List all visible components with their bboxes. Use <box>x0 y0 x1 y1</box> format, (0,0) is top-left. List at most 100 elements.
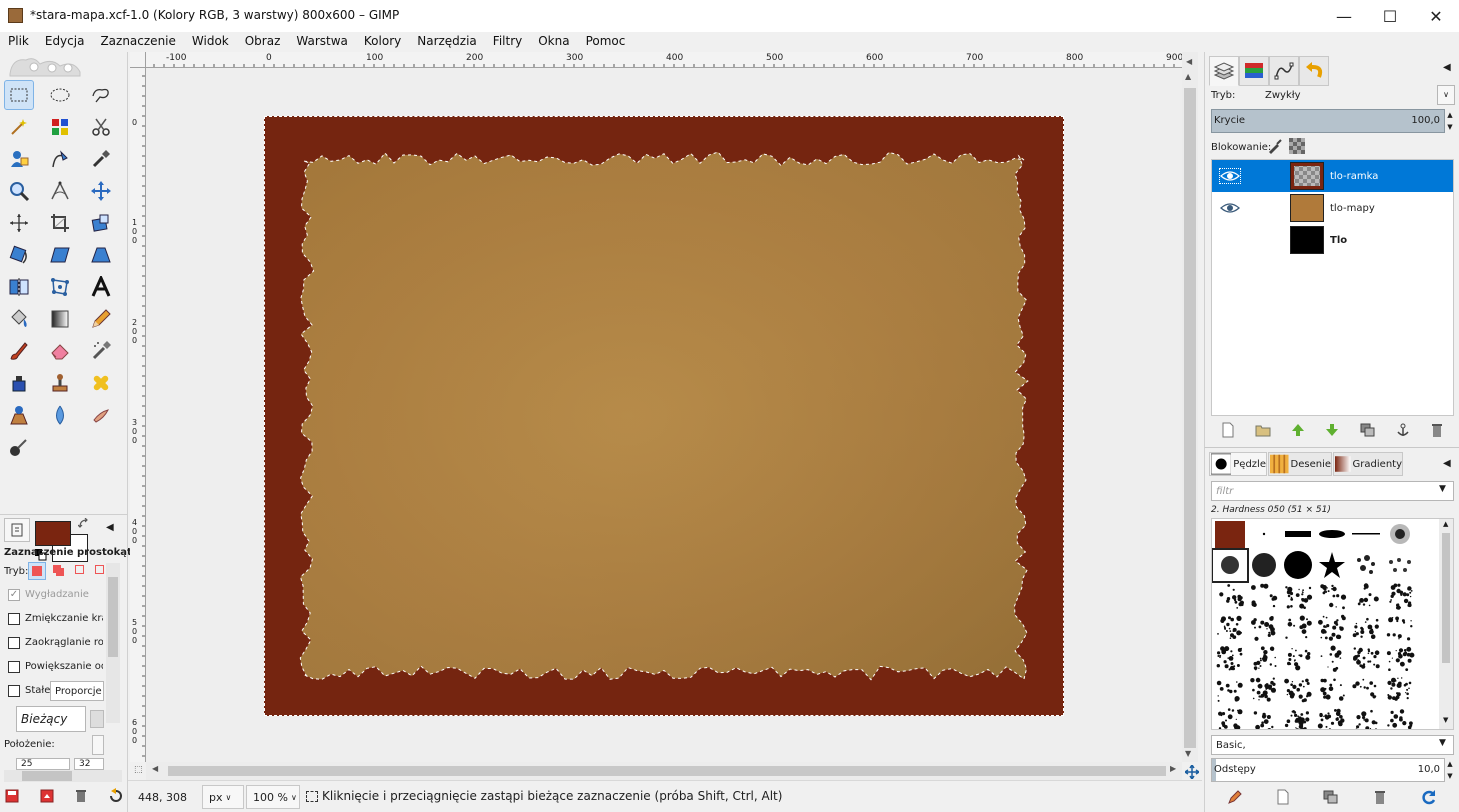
canvas-area[interactable] <box>146 68 1182 762</box>
brush-thumbnail[interactable] <box>1247 550 1281 581</box>
brush-thumbnail[interactable] <box>1247 643 1281 674</box>
delete-layer-icon[interactable] <box>1430 422 1444 438</box>
eye-icon[interactable] <box>1219 168 1241 184</box>
round-corners-checkbox[interactable] <box>8 637 20 649</box>
tool-airbrush[interactable] <box>86 336 116 366</box>
tool-color-picker[interactable] <box>86 144 116 174</box>
brush-thumbnail[interactable] <box>1247 674 1281 705</box>
brush-thumbnail[interactable] <box>1281 643 1315 674</box>
tab-undo-history[interactable] <box>1299 56 1329 86</box>
maximize-button[interactable]: ☐ <box>1367 0 1413 32</box>
close-button[interactable]: ✕ <box>1413 0 1459 32</box>
tool-zoom[interactable] <box>4 176 34 206</box>
brush-thumbnail[interactable] <box>1383 705 1417 729</box>
brush-thumbnail[interactable] <box>1281 550 1315 581</box>
brush-thumbnail[interactable] <box>1383 612 1417 643</box>
tool-rect-select[interactable] <box>4 80 34 110</box>
brush-thumbnail[interactable] <box>1349 550 1383 581</box>
tool-perspective-clone[interactable] <box>4 400 34 430</box>
spacing-slider[interactable]: Odstępy 10,0 <box>1211 758 1445 782</box>
duplicate-layer-icon[interactable] <box>1360 423 1376 437</box>
brush-thumbnail[interactable] <box>1315 705 1349 729</box>
tab-channels[interactable] <box>1239 56 1269 86</box>
brush-thumbnail[interactable] <box>1247 705 1281 729</box>
menu-pomoc[interactable]: Pomoc <box>578 32 634 52</box>
brush-thumbnail[interactable] <box>1247 519 1281 550</box>
reset-options-icon[interactable] <box>108 788 124 804</box>
tool-cage-transform[interactable] <box>45 272 75 302</box>
menu-okna[interactable]: Okna <box>530 32 577 52</box>
brush-thumbnail[interactable] <box>1349 519 1383 550</box>
brush-thumbnail[interactable] <box>1213 612 1247 643</box>
brush-thumbnail[interactable] <box>1281 674 1315 705</box>
menu-kolory[interactable]: Kolory <box>356 32 409 52</box>
brush-grid-scrollbar[interactable]: ▲ ▼ <box>1439 519 1453 729</box>
tool-crop[interactable] <box>45 208 75 238</box>
eye-icon[interactable] <box>1220 233 1240 247</box>
tool-free-select[interactable] <box>86 80 116 110</box>
brush-thumbnail[interactable] <box>1315 519 1349 550</box>
menu-widok[interactable]: Widok <box>184 32 237 52</box>
unit-dropdown[interactable]: px ∨ <box>202 785 244 809</box>
tool-heal[interactable] <box>86 368 116 398</box>
menu-obraz[interactable]: Obraz <box>237 32 289 52</box>
tab-layers[interactable] <box>1209 56 1239 86</box>
tool-text[interactable] <box>86 272 116 302</box>
brush-thumbnail[interactable] <box>1213 519 1247 550</box>
brush-thumbnail[interactable] <box>1281 612 1315 643</box>
mode-add-button[interactable] <box>50 562 68 580</box>
fixed-dropdown[interactable]: Proporcje <box>50 681 104 701</box>
menu-filtry[interactable]: Filtry <box>485 32 530 52</box>
tool-clone[interactable] <box>45 368 75 398</box>
new-layer-icon[interactable] <box>1221 422 1235 438</box>
tool-smudge[interactable] <box>86 400 116 430</box>
lock-alpha-icon[interactable] <box>1289 138 1305 154</box>
menu-narzedzia[interactable]: Narzędzia <box>409 32 485 52</box>
menu-plik[interactable]: Plik <box>0 32 37 52</box>
spacing-stepper[interactable]: ▲ ▼ <box>1446 758 1454 782</box>
mode-replace-button[interactable] <box>28 562 46 580</box>
canvas-vertical-scrollbar[interactable]: ◀ ▲ ▼ <box>1182 52 1198 762</box>
brush-thumbnail[interactable] <box>1349 674 1383 705</box>
brush-thumbnail[interactable] <box>1349 643 1383 674</box>
brush-thumbnail[interactable] <box>1315 643 1349 674</box>
layer-mode-dropdown[interactable]: Zwykły <box>1261 85 1443 105</box>
tool-pencil[interactable] <box>86 304 116 334</box>
anchor-layer-icon[interactable] <box>1396 423 1410 437</box>
layer-row[interactable]: tlo-ramka <box>1212 160 1453 192</box>
brush-thumbnail[interactable] <box>1383 581 1417 612</box>
brush-thumbnail[interactable] <box>1281 705 1315 729</box>
chevron-down-icon[interactable]: ▼ <box>1439 484 1446 494</box>
tool-unified-transform[interactable] <box>86 208 116 238</box>
tool-paths[interactable] <box>45 144 75 174</box>
brush-thumbnail[interactable] <box>1213 581 1247 612</box>
dock-menu-icon[interactable]: ◀ <box>1443 62 1451 73</box>
brush-tag-input[interactable]: Basic, <box>1211 735 1454 755</box>
navigate-icon[interactable] <box>1185 765 1199 779</box>
antialias-checkbox[interactable]: ✓ <box>8 589 20 601</box>
tool-blend[interactable] <box>45 304 75 334</box>
horizontal-ruler[interactable]: -100 0 100 200 300 400 500 600 700 800 900 <box>146 52 1182 68</box>
tool-measure[interactable] <box>45 176 75 206</box>
tool-bucket-fill[interactable] <box>4 304 34 334</box>
mode-intersect-button[interactable] <box>92 562 104 580</box>
brush-thumbnail[interactable] <box>1383 550 1417 581</box>
restore-options-icon[interactable] <box>39 788 55 804</box>
delete-options-icon[interactable] <box>73 788 89 804</box>
tool-flip[interactable] <box>4 272 34 302</box>
opacity-stepper[interactable]: ▲ ▼ <box>1446 109 1454 133</box>
brush-thumbnail[interactable] <box>1349 705 1383 729</box>
raise-layer-icon[interactable] <box>1291 423 1305 437</box>
brush-thumbnail[interactable] <box>1281 519 1315 550</box>
layer-row[interactable]: tlo-mapy <box>1212 192 1453 224</box>
tool-fuzzy-select[interactable] <box>4 112 34 142</box>
tool-options-tab[interactable] <box>4 518 30 542</box>
tool-blur[interactable] <box>45 400 75 430</box>
zoom-dropdown[interactable]: 100 % ∨ <box>246 785 300 809</box>
fixed-checkbox[interactable] <box>8 685 20 697</box>
vertical-ruler[interactable]: 0 100 200 300 400 500 600 <box>130 68 146 762</box>
minimize-button[interactable]: — <box>1321 0 1367 32</box>
wilber-drop-area-icon[interactable] <box>4 54 84 78</box>
brush-thumbnail[interactable] <box>1213 705 1247 729</box>
refresh-brushes-icon[interactable] <box>1421 789 1437 805</box>
